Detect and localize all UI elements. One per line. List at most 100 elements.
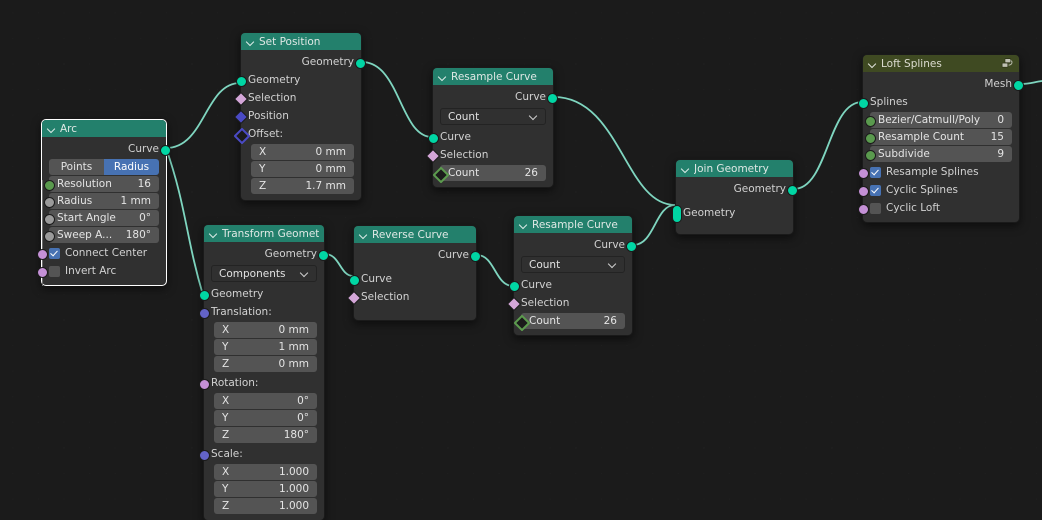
resample-bottom-field-count[interactable]: Count 26 (513, 313, 625, 332)
node-join-geometry[interactable]: Join Geometry Geometry Geometry (672, 159, 798, 235)
node-arc-header[interactable]: Arc (42, 120, 166, 137)
input-socket-count[interactable] (513, 314, 531, 332)
node-resample-curve-bottom-header[interactable]: Resample Curve (514, 216, 632, 233)
output-socket-curve[interactable] (160, 144, 171, 156)
node-set-position[interactable]: Set Position Geometry Geometry Selection… (233, 32, 366, 201)
offset-z[interactable]: Z 1.7 mm (251, 178, 354, 194)
input-socket-selection[interactable] (425, 148, 441, 164)
input-socket-rotation[interactable] (199, 378, 210, 390)
input-socket-splines[interactable] (858, 97, 869, 109)
arc-mode-points[interactable]: Points (49, 159, 104, 175)
input-socket-invert-arc[interactable] (37, 266, 48, 278)
input-socket-geometry-multi[interactable] (672, 205, 682, 223)
arc-checkbox-connect-center[interactable]: Connect Center (37, 244, 166, 262)
loft-checkbox-cyclic-splines[interactable]: Cyclic Splines (858, 181, 1019, 199)
output-socket-curve[interactable] (547, 92, 558, 104)
scale-y[interactable]: Y 1.000 (214, 481, 317, 497)
translation-z[interactable]: Z 0 mm (214, 356, 317, 372)
offset-y[interactable]: Y 0 mm (251, 161, 354, 177)
arc-checkbox-invert-arc[interactable]: Invert Arc (37, 262, 166, 280)
input-socket-scale[interactable] (199, 449, 210, 461)
node-resample-curve-top-header[interactable]: Resample Curve (433, 68, 553, 85)
input-socket-resample-splines[interactable] (858, 167, 869, 179)
input-socket-selection[interactable] (346, 290, 362, 306)
rotation-x[interactable]: X 0° (214, 393, 317, 409)
chevron-down-icon[interactable] (681, 164, 690, 173)
input-socket-subdivide[interactable] (865, 149, 876, 161)
input-socket-count[interactable] (432, 166, 450, 184)
checkbox-cyclic-loft[interactable] (870, 202, 881, 214)
input-socket-bezier-catmull-poly[interactable] (865, 115, 876, 127)
input-socket-sweep-angle[interactable] (44, 230, 55, 242)
offset-x[interactable]: X 0 mm (251, 144, 354, 160)
node-transform-geometry[interactable]: Transform Geometry Geometry Components G… (199, 224, 329, 520)
input-socket-geometry[interactable] (199, 289, 210, 301)
input-socket-resolution[interactable] (44, 179, 55, 191)
node-loft-splines-header[interactable]: Loft Splines (863, 55, 1019, 72)
input-socket-cyclic-splines[interactable] (858, 185, 869, 197)
arc-field-start-angle[interactable]: Start Angle 0° (44, 210, 159, 226)
output-socket-geometry[interactable] (318, 249, 329, 261)
node-resample-curve-bottom[interactable]: Resample Curve Curve Count Curve Selecti… (506, 215, 637, 336)
checkbox-cyclic-splines[interactable] (870, 184, 881, 196)
chevron-down-icon[interactable] (209, 229, 218, 238)
translation-x[interactable]: X 0 mm (214, 322, 317, 338)
node-transform-geometry-header[interactable]: Transform Geometry (204, 225, 324, 242)
checkbox-connect-center[interactable] (49, 247, 60, 259)
resample-top-field-count[interactable]: Count 26 (432, 165, 546, 184)
scale-x[interactable]: X 1.000 (214, 464, 317, 480)
scale-z[interactable]: Z 1.000 (214, 498, 317, 514)
loft-field-bezier-catmull-poly[interactable]: Bezier/Catmull/Poly 0 (865, 112, 1012, 128)
input-socket-radius[interactable] (44, 196, 55, 208)
checkbox-invert-arc[interactable] (49, 265, 60, 277)
input-socket-position[interactable] (233, 109, 249, 125)
node-editor-canvas[interactable]: Arc Curve Points Radius Resolution 16 Ra… (0, 0, 1042, 520)
output-socket-curve[interactable] (626, 240, 637, 252)
chevron-down-icon[interactable] (246, 37, 255, 46)
rotation-y[interactable]: Y 0° (214, 410, 317, 426)
transform-mode-dropdown[interactable]: Components (211, 265, 317, 282)
chevron-down-icon[interactable] (359, 230, 368, 239)
loft-checkbox-resample-splines[interactable]: Resample Splines (858, 163, 1019, 181)
resample-top-mode-dropdown[interactable]: Count (440, 108, 546, 125)
loft-checkbox-cyclic-loft[interactable]: Cyclic Loft (858, 199, 1019, 217)
checkbox-resample-splines[interactable] (870, 166, 881, 178)
input-socket-selection[interactable] (233, 91, 249, 107)
node-reverse-curve[interactable]: Reverse Curve Curve Curve Selection (346, 225, 481, 321)
node-arc[interactable]: Arc Curve Points Radius Resolution 16 Ra… (37, 119, 171, 286)
input-socket-cyclic-loft[interactable] (858, 203, 869, 215)
node-join-geometry-header[interactable]: Join Geometry (676, 160, 793, 177)
input-socket-resample-count[interactable] (865, 132, 876, 144)
input-socket-curve[interactable] (349, 274, 360, 286)
output-socket-geometry[interactable] (355, 57, 366, 69)
resample-bottom-mode-dropdown[interactable]: Count (521, 256, 625, 273)
input-socket-connect-center[interactable] (37, 248, 48, 260)
node-loft-splines[interactable]: Loft Splines Mesh Splines Bezier/Catmull… (858, 54, 1024, 223)
input-socket-curve[interactable] (509, 280, 520, 292)
chevron-down-icon[interactable] (868, 59, 877, 68)
input-socket-selection[interactable] (506, 296, 522, 312)
node-set-position-header[interactable]: Set Position (241, 33, 361, 50)
input-socket-geometry[interactable] (236, 75, 247, 87)
loft-field-subdivide[interactable]: Subdivide 9 (865, 146, 1012, 162)
output-socket-mesh[interactable] (1013, 79, 1024, 91)
arc-field-radius[interactable]: Radius 1 mm (44, 193, 159, 209)
rotation-z[interactable]: Z 180° (214, 427, 317, 443)
node-group-icon[interactable] (1000, 57, 1014, 70)
chevron-down-icon[interactable] (519, 220, 528, 229)
input-socket-start-angle[interactable] (44, 213, 55, 225)
node-resample-curve-top[interactable]: Resample Curve Curve Count Curve Selecti… (425, 67, 558, 188)
arc-field-sweep-angle[interactable]: Sweep A... 180° (44, 227, 159, 243)
arc-field-resolution[interactable]: Resolution 16 (44, 176, 159, 192)
arc-mode-radius[interactable]: Radius (104, 159, 159, 175)
chevron-down-icon[interactable] (438, 72, 447, 81)
translation-y[interactable]: Y 1 mm (214, 339, 317, 355)
chevron-down-icon[interactable] (47, 124, 56, 133)
loft-field-resample-count[interactable]: Resample Count 15 (865, 129, 1012, 145)
input-socket-curve[interactable] (428, 132, 439, 144)
arc-mode-toggle[interactable]: Points Radius (49, 159, 159, 175)
output-socket-curve[interactable] (470, 250, 481, 262)
input-socket-translation[interactable] (199, 307, 210, 319)
node-reverse-curve-header[interactable]: Reverse Curve (354, 226, 476, 243)
output-socket-geometry[interactable] (787, 184, 798, 196)
